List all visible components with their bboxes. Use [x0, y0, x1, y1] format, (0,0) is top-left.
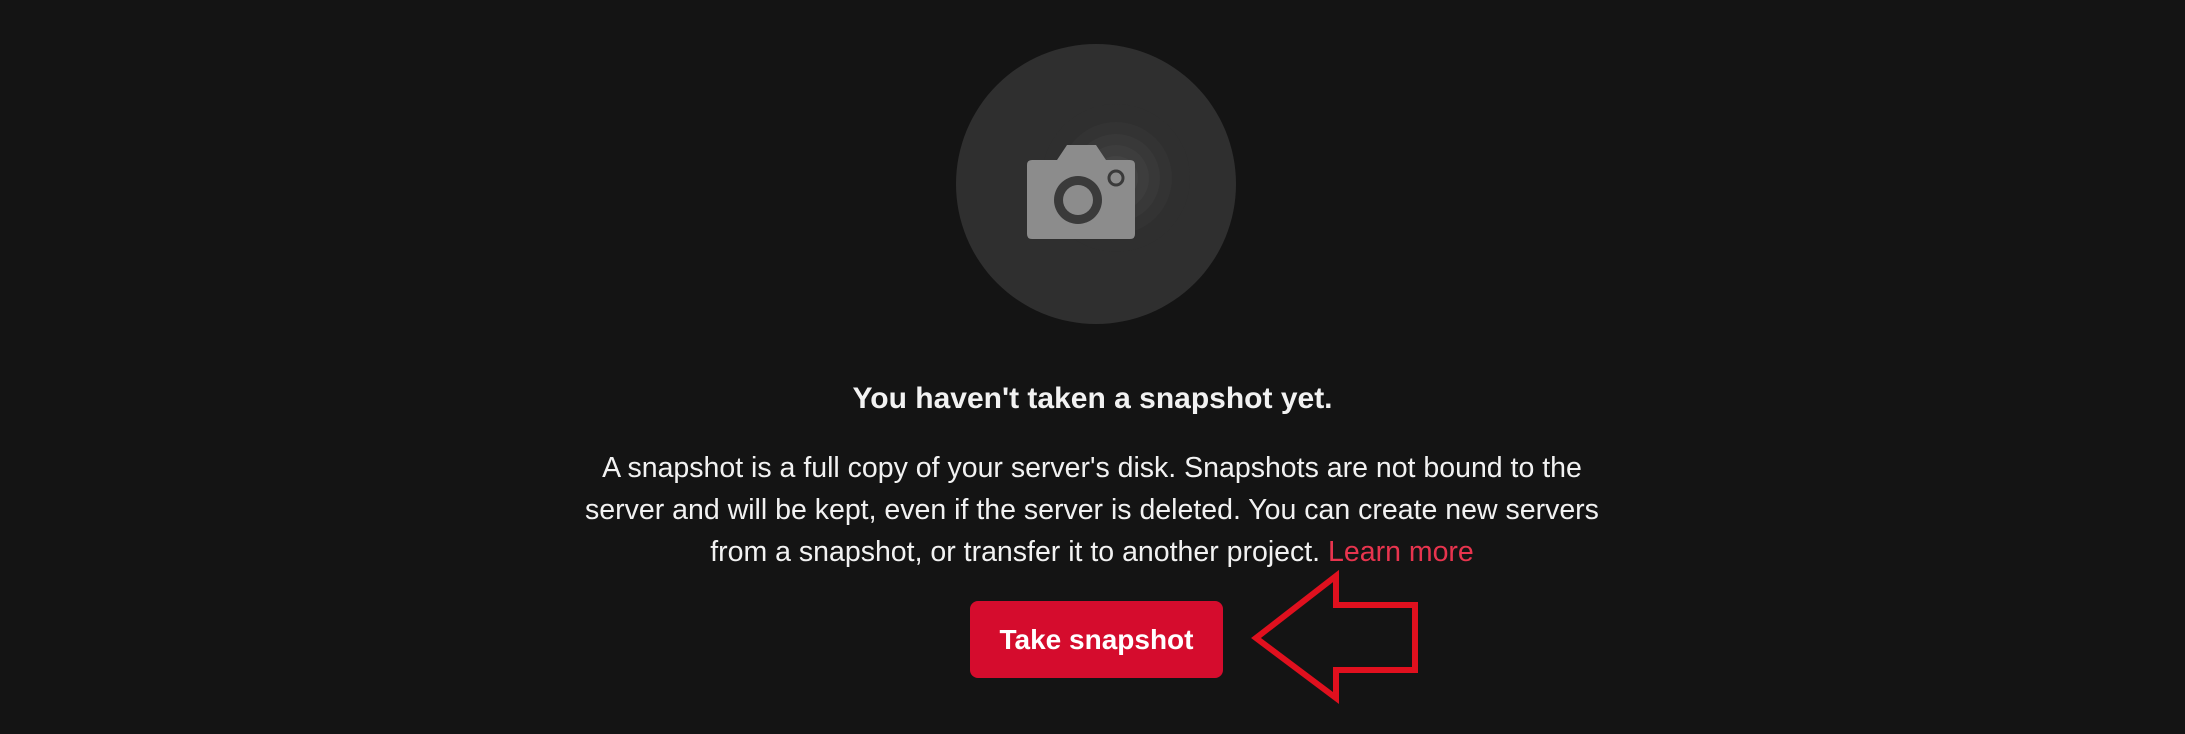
camera-icon — [1027, 104, 1190, 252]
learn-more-link[interactable]: Learn more — [1328, 536, 1474, 568]
snapshot-illustration — [956, 44, 1236, 324]
arrow-annotation-icon — [1251, 570, 1418, 704]
empty-state-heading: You haven't taken a snapshot yet. — [852, 382, 1333, 415]
empty-state-description: A snapshot is a full copy of your server… — [562, 447, 1622, 573]
take-snapshot-button[interactable]: Take snapshot — [970, 601, 1223, 678]
page: You haven't taken a snapshot yet. A snap… — [0, 0, 2185, 734]
snapshot-empty-state: You haven't taken a snapshot yet. A snap… — [0, 0, 2185, 734]
